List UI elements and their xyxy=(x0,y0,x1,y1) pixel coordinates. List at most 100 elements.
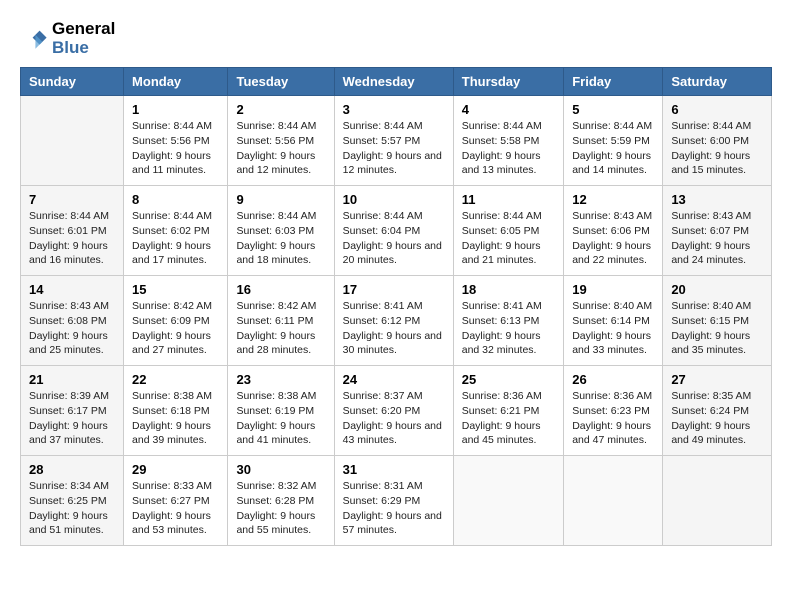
day-number: 4 xyxy=(462,102,555,117)
day-number: 1 xyxy=(132,102,219,117)
day-info: Sunrise: 8:36 AMSunset: 6:21 PMDaylight:… xyxy=(462,389,555,448)
weekday-header: Tuesday xyxy=(228,68,334,96)
day-number: 9 xyxy=(236,192,325,207)
day-info: Sunrise: 8:43 AMSunset: 6:06 PMDaylight:… xyxy=(572,209,654,268)
calendar-cell: 31 Sunrise: 8:31 AMSunset: 6:29 PMDayligh… xyxy=(334,456,453,546)
day-number: 24 xyxy=(343,372,445,387)
day-info: Sunrise: 8:44 AMSunset: 5:58 PMDaylight:… xyxy=(462,119,555,178)
day-number: 25 xyxy=(462,372,555,387)
calendar-week-row: 1 Sunrise: 8:44 AMSunset: 5:56 PMDaylight… xyxy=(21,96,772,186)
day-number: 30 xyxy=(236,462,325,477)
calendar-cell: 7 Sunrise: 8:44 AMSunset: 6:01 PMDaylight… xyxy=(21,186,124,276)
calendar-cell xyxy=(21,96,124,186)
day-info: Sunrise: 8:44 AMSunset: 5:56 PMDaylight:… xyxy=(236,119,325,178)
day-info: Sunrise: 8:35 AMSunset: 6:24 PMDaylight:… xyxy=(671,389,763,448)
day-info: Sunrise: 8:37 AMSunset: 6:20 PMDaylight:… xyxy=(343,389,445,448)
day-number: 18 xyxy=(462,282,555,297)
day-info: Sunrise: 8:40 AMSunset: 6:15 PMDaylight:… xyxy=(671,299,763,358)
logo-icon xyxy=(20,25,48,53)
calendar-cell: 26 Sunrise: 8:36 AMSunset: 6:23 PMDayligh… xyxy=(564,366,663,456)
day-info: Sunrise: 8:44 AMSunset: 6:04 PMDaylight:… xyxy=(343,209,445,268)
calendar-week-row: 28 Sunrise: 8:34 AMSunset: 6:25 PMDayligh… xyxy=(21,456,772,546)
calendar-week-row: 21Sunrise: 8:39 AMSunset: 6:17 PMDayligh… xyxy=(21,366,772,456)
calendar-cell: 20 Sunrise: 8:40 AMSunset: 6:15 PMDayligh… xyxy=(663,276,772,366)
calendar-cell: 15 Sunrise: 8:42 AMSunset: 6:09 PMDayligh… xyxy=(124,276,228,366)
calendar-cell: 24 Sunrise: 8:37 AMSunset: 6:20 PMDayligh… xyxy=(334,366,453,456)
day-number: 31 xyxy=(343,462,445,477)
calendar-cell: 6 Sunrise: 8:44 AMSunset: 6:00 PMDaylight… xyxy=(663,96,772,186)
day-number: 23 xyxy=(236,372,325,387)
day-info: Sunrise: 8:36 AMSunset: 6:23 PMDaylight:… xyxy=(572,389,654,448)
calendar-cell xyxy=(453,456,563,546)
day-number: 10 xyxy=(343,192,445,207)
calendar-cell: 14Sunrise: 8:43 AMSunset: 6:08 PMDayligh… xyxy=(21,276,124,366)
day-number: 15 xyxy=(132,282,219,297)
day-info: Sunrise: 8:44 AMSunset: 5:59 PMDaylight:… xyxy=(572,119,654,178)
calendar-cell xyxy=(663,456,772,546)
calendar-cell: 10 Sunrise: 8:44 AMSunset: 6:04 PMDayligh… xyxy=(334,186,453,276)
day-info: Sunrise: 8:43 AMSunset: 6:07 PMDaylight:… xyxy=(671,209,763,268)
day-number: 7 xyxy=(29,192,115,207)
calendar-cell: 2 Sunrise: 8:44 AMSunset: 5:56 PMDaylight… xyxy=(228,96,334,186)
logo: General Blue xyxy=(20,20,115,57)
day-number: 14 xyxy=(29,282,115,297)
day-number: 12 xyxy=(572,192,654,207)
day-number: 11 xyxy=(462,192,555,207)
day-number: 17 xyxy=(343,282,445,297)
calendar-cell: 25 Sunrise: 8:36 AMSunset: 6:21 PMDayligh… xyxy=(453,366,563,456)
calendar-cell: 4 Sunrise: 8:44 AMSunset: 5:58 PMDaylight… xyxy=(453,96,563,186)
calendar-cell: 1Sunrise: 8:44 AMSunset: 5:56 PMDaylight… xyxy=(124,96,228,186)
weekday-header-row: SundayMondayTuesdayWednesdayThursdayFrid… xyxy=(21,68,772,96)
day-info: Sunrise: 8:38 AMSunset: 6:18 PMDaylight:… xyxy=(132,389,219,448)
calendar-cell: 13 Sunrise: 8:43 AMSunset: 6:07 PMDayligh… xyxy=(663,186,772,276)
day-info: Sunrise: 8:41 AMSunset: 6:13 PMDaylight:… xyxy=(462,299,555,358)
day-number: 19 xyxy=(572,282,654,297)
calendar-cell: 21Sunrise: 8:39 AMSunset: 6:17 PMDayligh… xyxy=(21,366,124,456)
day-number: 6 xyxy=(671,102,763,117)
calendar-cell: 17Sunrise: 8:41 AMSunset: 6:12 PMDayligh… xyxy=(334,276,453,366)
day-number: 16 xyxy=(236,282,325,297)
calendar-cell: 28 Sunrise: 8:34 AMSunset: 6:25 PMDayligh… xyxy=(21,456,124,546)
day-number: 27 xyxy=(671,372,763,387)
day-number: 28 xyxy=(29,462,115,477)
calendar-week-row: 14Sunrise: 8:43 AMSunset: 6:08 PMDayligh… xyxy=(21,276,772,366)
day-number: 21 xyxy=(29,372,115,387)
calendar-cell: 27 Sunrise: 8:35 AMSunset: 6:24 PMDayligh… xyxy=(663,366,772,456)
day-number: 2 xyxy=(236,102,325,117)
day-info: Sunrise: 8:44 AMSunset: 6:00 PMDaylight:… xyxy=(671,119,763,178)
day-number: 29 xyxy=(132,462,219,477)
day-info: Sunrise: 8:44 AMSunset: 6:02 PMDaylight:… xyxy=(132,209,219,268)
day-number: 3 xyxy=(343,102,445,117)
day-info: Sunrise: 8:34 AMSunset: 6:25 PMDaylight:… xyxy=(29,479,115,538)
page-header: General Blue xyxy=(20,20,772,57)
calendar-cell: 8 Sunrise: 8:44 AMSunset: 6:02 PMDaylight… xyxy=(124,186,228,276)
day-info: Sunrise: 8:42 AMSunset: 6:11 PMDaylight:… xyxy=(236,299,325,358)
weekday-header: Wednesday xyxy=(334,68,453,96)
calendar-cell: 22 Sunrise: 8:38 AMSunset: 6:18 PMDayligh… xyxy=(124,366,228,456)
calendar-cell: 11Sunrise: 8:44 AMSunset: 6:05 PMDayligh… xyxy=(453,186,563,276)
calendar-cell: 5Sunrise: 8:44 AMSunset: 5:59 PMDaylight… xyxy=(564,96,663,186)
day-info: Sunrise: 8:33 AMSunset: 6:27 PMDaylight:… xyxy=(132,479,219,538)
calendar-cell: 12 Sunrise: 8:43 AMSunset: 6:06 PMDayligh… xyxy=(564,186,663,276)
day-info: Sunrise: 8:31 AMSunset: 6:29 PMDaylight:… xyxy=(343,479,445,538)
calendar-table: SundayMondayTuesdayWednesdayThursdayFrid… xyxy=(20,67,772,546)
day-number: 13 xyxy=(671,192,763,207)
logo-text: General Blue xyxy=(52,20,115,57)
calendar-cell: 30Sunrise: 8:32 AMSunset: 6:28 PMDayligh… xyxy=(228,456,334,546)
calendar-cell xyxy=(564,456,663,546)
day-number: 8 xyxy=(132,192,219,207)
weekday-header: Thursday xyxy=(453,68,563,96)
weekday-header: Saturday xyxy=(663,68,772,96)
day-info: Sunrise: 8:38 AMSunset: 6:19 PMDaylight:… xyxy=(236,389,325,448)
day-number: 20 xyxy=(671,282,763,297)
day-number: 22 xyxy=(132,372,219,387)
day-info: Sunrise: 8:44 AMSunset: 6:01 PMDaylight:… xyxy=(29,209,115,268)
day-info: Sunrise: 8:42 AMSunset: 6:09 PMDaylight:… xyxy=(132,299,219,358)
calendar-cell: 29 Sunrise: 8:33 AMSunset: 6:27 PMDayligh… xyxy=(124,456,228,546)
calendar-week-row: 7 Sunrise: 8:44 AMSunset: 6:01 PMDaylight… xyxy=(21,186,772,276)
calendar-cell: 16 Sunrise: 8:42 AMSunset: 6:11 PMDayligh… xyxy=(228,276,334,366)
calendar-cell: 23 Sunrise: 8:38 AMSunset: 6:19 PMDayligh… xyxy=(228,366,334,456)
weekday-header: Friday xyxy=(564,68,663,96)
day-info: Sunrise: 8:44 AMSunset: 6:03 PMDaylight:… xyxy=(236,209,325,268)
day-number: 26 xyxy=(572,372,654,387)
